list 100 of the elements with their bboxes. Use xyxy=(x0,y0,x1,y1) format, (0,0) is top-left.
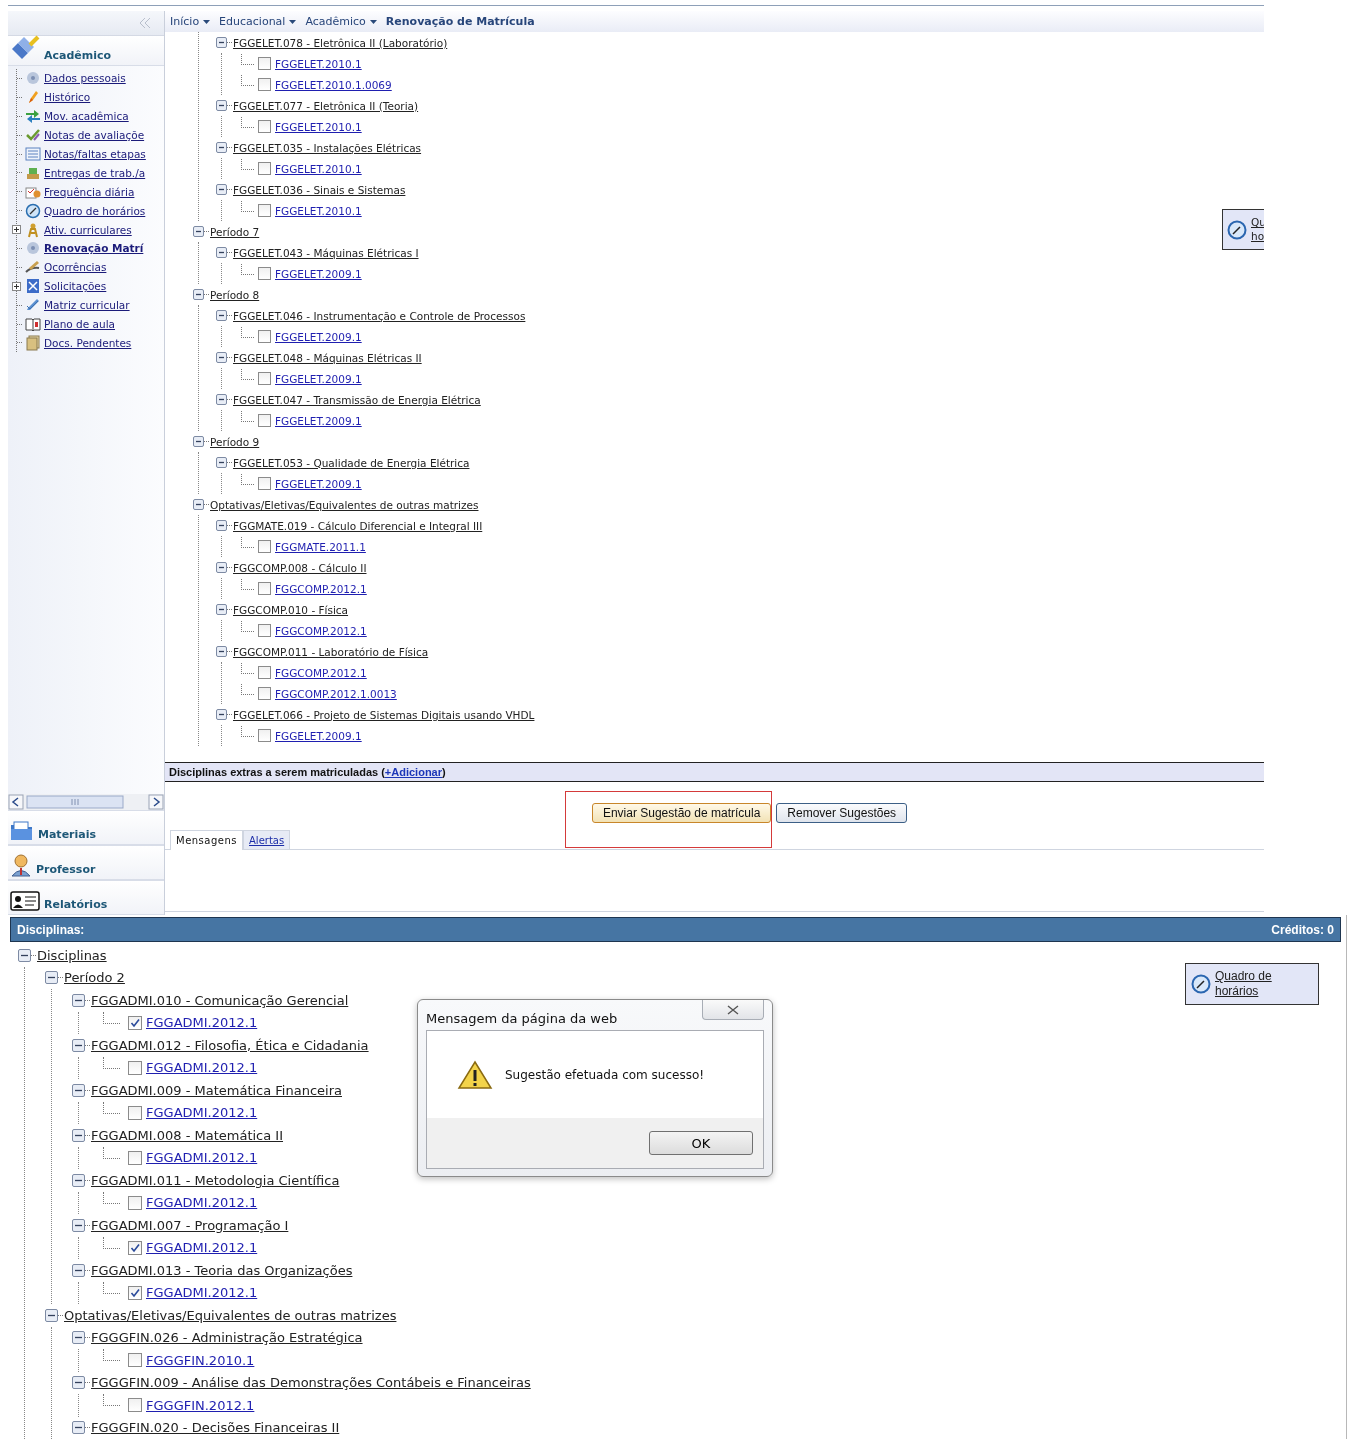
collapse-icon[interactable] xyxy=(72,1038,85,1052)
collapse-icon[interactable] xyxy=(45,1308,58,1322)
class-link[interactable]: FGGELET.2010.1 xyxy=(275,57,362,70)
checkbox[interactable] xyxy=(258,477,271,490)
menu-link[interactable]: Matriz curricular xyxy=(44,299,130,312)
class-link[interactable]: FGGELET.2009.1 xyxy=(275,330,362,343)
course-label[interactable]: FGGELET.043 - Máquinas Elétricas I xyxy=(233,246,419,259)
checkbox[interactable] xyxy=(258,372,271,385)
collapse-icon[interactable] xyxy=(18,948,31,962)
checkbox[interactable] xyxy=(258,57,271,70)
collapse-icon[interactable] xyxy=(216,604,227,615)
schedule-link[interactable]: Quadro de horários xyxy=(1215,969,1272,999)
section-title[interactable]: Materiais xyxy=(38,828,97,842)
collapse-icon[interactable] xyxy=(216,184,227,195)
close-button[interactable] xyxy=(702,1000,764,1020)
expand-icon[interactable] xyxy=(12,225,21,235)
breadcrumb-link[interactable]: Início xyxy=(170,15,200,28)
class-link[interactable]: FGGADMI.2012.1 xyxy=(146,1195,258,1211)
action-button[interactable]: Remover Sugestões xyxy=(776,803,908,823)
checkbox[interactable] xyxy=(258,78,271,91)
class-link[interactable]: FGGELET.2009.1 xyxy=(275,477,362,490)
collapse-icon[interactable] xyxy=(72,1083,85,1097)
course-label[interactable]: FGGELET.047 - Transmissão de Energia Elétrica xyxy=(233,393,481,406)
course-label[interactable]: FGGELET.053 - Qualidade de Energia Elétrica xyxy=(233,456,470,469)
section-header[interactable]: Relatórios xyxy=(8,880,164,915)
menu-link[interactable]: Dados pessoais xyxy=(44,72,126,85)
section-title[interactable]: Professor xyxy=(36,863,96,877)
class-link[interactable]: FGGCOMP.2012.1 xyxy=(275,582,367,595)
group-label[interactable]: Período 2 xyxy=(64,970,125,986)
collapse-icon[interactable] xyxy=(216,142,227,153)
course-label[interactable]: FGGELET.036 - Sinais e Sistemas xyxy=(233,183,406,196)
class-link[interactable]: FGGELET.2010.1 xyxy=(275,204,362,217)
menu-link[interactable]: Solicitações xyxy=(44,280,107,293)
section-header[interactable]: Professor xyxy=(8,845,164,880)
group-label[interactable]: Optativas/Eletivas/Equivalentes de outras matrizes xyxy=(64,1307,397,1323)
checkbox[interactable] xyxy=(128,1285,142,1300)
course-label[interactable]: FGGADMI.007 - Programação I xyxy=(91,1217,289,1233)
checkbox[interactable] xyxy=(258,666,271,679)
class-link[interactable]: FGGGFIN.2010.1 xyxy=(146,1352,255,1368)
course-label[interactable]: FGGADMI.009 - Matemática Financeira xyxy=(91,1082,342,1098)
course-label[interactable]: FGGCOMP.010 - Física xyxy=(233,603,349,616)
add-link[interactable]: +Adicionar xyxy=(384,766,442,778)
menu-link[interactable]: Notas de avaliaçõe xyxy=(44,129,145,142)
checkbox[interactable] xyxy=(128,1195,142,1210)
menu-link[interactable]: Ativ. curriculares xyxy=(44,223,132,236)
group-label[interactable]: Optativas/Eletivas/Equivalentes de outras matrizes xyxy=(210,498,479,511)
course-label[interactable]: FGGGFIN.020 - Decisões Financeiras II xyxy=(91,1420,340,1436)
checkbox[interactable] xyxy=(128,1105,142,1120)
collapse-icon[interactable] xyxy=(216,352,227,363)
checkbox[interactable] xyxy=(258,624,271,637)
group-label[interactable]: Período 8 xyxy=(210,288,260,301)
collapse-icon[interactable] xyxy=(193,289,204,300)
checkbox[interactable] xyxy=(128,1150,142,1165)
breadcrumb-link[interactable]: Educacional xyxy=(219,15,286,28)
collapse-icon[interactable] xyxy=(72,1173,85,1187)
collapse-icon[interactable] xyxy=(216,457,227,468)
group-label[interactable]: Período 9 xyxy=(210,435,260,448)
class-link[interactable]: FGGADMI.2012.1 xyxy=(146,1060,258,1076)
class-link[interactable]: FGGADMI.2012.1 xyxy=(146,1285,258,1301)
class-link[interactable]: FGGGFIN.2012.1 xyxy=(146,1397,255,1413)
class-link[interactable]: FGGELET.2009.1 xyxy=(275,729,362,742)
collapse-icon[interactable] xyxy=(72,1128,85,1142)
group-label[interactable]: Período 7 xyxy=(210,225,260,238)
ok-button[interactable]: OK xyxy=(649,1131,753,1155)
collapse-icon[interactable] xyxy=(216,646,227,657)
class-link[interactable]: FGGADMI.2012.1 xyxy=(146,1105,258,1121)
collapse-icon[interactable] xyxy=(45,971,58,985)
course-label[interactable]: FGGGFIN.009 - Análise das Demonstrações Contábeis e Financeiras xyxy=(91,1375,531,1391)
collapse-icon[interactable] xyxy=(216,37,227,48)
class-link[interactable]: FGGCOMP.2012.1 xyxy=(275,666,367,679)
collapse-icon[interactable] xyxy=(72,1421,85,1435)
group-label[interactable]: Disciplinas xyxy=(37,947,107,963)
caret-icon[interactable] xyxy=(289,19,297,24)
collapse-icon[interactable] xyxy=(216,520,227,531)
collapse-icon[interactable] xyxy=(193,499,204,510)
class-link[interactable]: FGGELET.2009.1 xyxy=(275,414,362,427)
class-link[interactable]: FGGMATE.2011.1 xyxy=(275,540,366,553)
course-label[interactable]: FGGELET.066 - Projeto de Sistemas Digitais usando VHDL xyxy=(233,708,535,721)
checkbox[interactable] xyxy=(128,1060,142,1075)
course-label[interactable]: FGGADMI.013 - Teoria das Organizações xyxy=(91,1262,353,1278)
class-link[interactable]: FGGCOMP.2012.1.0013 xyxy=(275,687,397,700)
course-label[interactable]: FGGCOMP.011 - Laboratório de Física xyxy=(233,645,429,658)
checkbox[interactable] xyxy=(258,729,271,742)
checkbox[interactable] xyxy=(258,687,271,700)
menu-link[interactable]: Docs. Pendentes xyxy=(44,336,132,349)
collapse-icon[interactable] xyxy=(72,1331,85,1345)
class-link[interactable]: FGGADMI.2012.1 xyxy=(146,1015,258,1031)
menu-link[interactable]: Notas/faltas etapas xyxy=(44,148,146,160)
class-link[interactable]: FGGADMI.2012.1 xyxy=(146,1150,258,1166)
course-label[interactable]: FGGELET.048 - Máquinas Elétricas II xyxy=(233,351,422,364)
menu-link[interactable]: Mov. acadêmica xyxy=(44,110,129,123)
class-link[interactable]: FGGELET.2009.1 xyxy=(275,372,362,385)
course-label[interactable]: FGGADMI.008 - Matemática II xyxy=(91,1127,283,1143)
caret-icon[interactable] xyxy=(369,19,377,24)
collapse-icon[interactable] xyxy=(216,100,227,111)
course-label[interactable]: FGGELET.046 - Instrumentação e Controle de Processos xyxy=(233,309,526,322)
tab[interactable]: Mensagens xyxy=(170,830,243,850)
breadcrumb-link[interactable]: Acadêmico xyxy=(305,15,366,28)
collapse-icon[interactable] xyxy=(72,1263,85,1277)
class-link[interactable]: FGGELET.2010.1 xyxy=(275,162,362,175)
